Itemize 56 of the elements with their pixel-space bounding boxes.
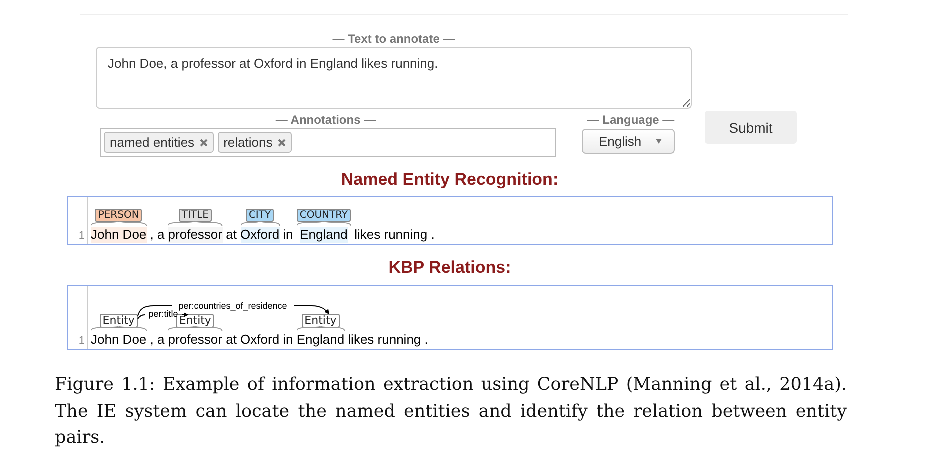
token: a [157,332,165,348]
annotation-tag[interactable]: relations [218,132,292,153]
annotations-field[interactable]: named entities relations [100,128,556,157]
entity-label: Entity [302,314,340,328]
span-brace [91,221,147,226]
section-title: KBP Relations: [388,258,512,278]
remove-icon[interactable] [278,138,286,146]
figure-caption: Figure 1.1: Example of information extraction using CoreNLP (Manning et al., 2014a). The IE system can locate the named entities and identify the relation between entity pairs. [55,374,847,450]
entity-label: PERSON [95,209,142,222]
token: likes [348,332,374,348]
relation-label: per:title [148,309,178,319]
span-brace [240,221,280,226]
field-label: — Language — [586,112,676,128]
token: , [150,227,154,243]
token: a [157,227,165,243]
token: Oxford [240,227,280,243]
relation-label: per:countries_of_residence [178,301,288,311]
field-label: — Text to annotate — [332,31,456,47]
token: professor [168,227,222,243]
token: in [283,227,294,243]
token: England [300,227,348,243]
section-title: Named Entity Recognition: [340,170,560,190]
token: John Doe [91,332,147,348]
token: in [283,332,294,348]
token: at [226,227,237,243]
token: John Doe [91,227,147,243]
token: , [150,332,154,348]
remove-icon[interactable] [200,138,208,146]
span-brace [168,326,222,331]
token: professor [168,332,222,348]
token: at [226,332,237,348]
span-brace [296,326,345,331]
token: . [424,332,428,348]
relation-arrow [294,306,330,315]
token: Oxford [240,332,280,348]
entity-label: Entity [100,314,138,328]
submit-button[interactable]: Submit [705,111,797,144]
line-number: 1 [68,286,88,349]
annotation-tag[interactable]: named entities [104,132,214,153]
entity-label: CITY [246,209,274,222]
token: . [431,227,435,243]
field-label: — Annotations — [274,112,378,128]
language-dropdown[interactable]: English [582,129,675,154]
token: running [378,332,422,348]
entity-label: TITLE [178,209,212,222]
token: England [296,332,345,348]
token: running [384,227,428,243]
token: likes [354,227,381,243]
line-number: 1 [68,197,88,244]
span-brace [91,326,147,331]
span-brace [296,221,352,226]
relation-arrow [182,312,189,318]
text-input-field[interactable]: John Doe, a professor at Oxford in England likes running. [96,47,692,109]
span-brace [168,221,222,226]
entity-label: COUNTRY [296,209,352,222]
caret-icon [656,139,662,144]
